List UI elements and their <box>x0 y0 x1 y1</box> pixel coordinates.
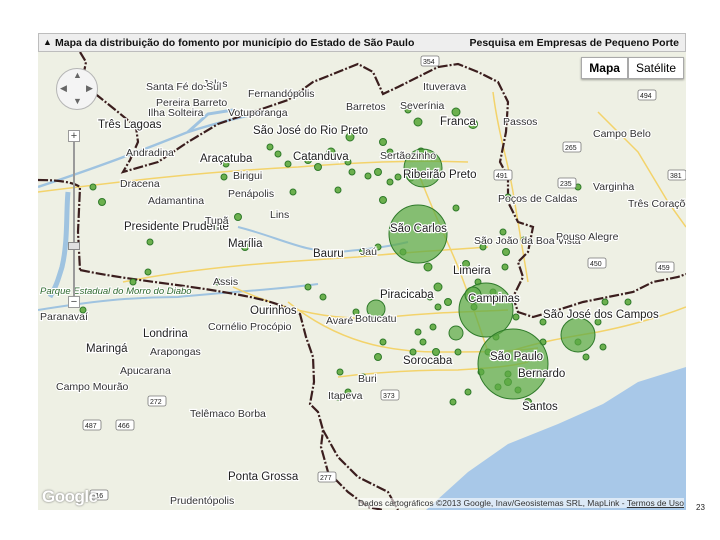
label-campo-belo: Campo Belo <box>593 128 651 140</box>
shield-466: 466 <box>118 423 130 430</box>
label-londrina: Londrina <box>143 328 188 340</box>
label-apucarana: Apucarana <box>120 365 171 377</box>
label-sao-jose-do-rio-preto: São José do Rio Preto <box>253 125 368 137</box>
map-type-map-button[interactable]: Mapa <box>581 57 628 79</box>
label-limeira: Limeira <box>453 265 491 277</box>
bubble-sao-jose-dos-campos <box>560 317 596 353</box>
label-passos: Passos <box>503 116 537 128</box>
terms-link[interactable]: Termos de Uso <box>627 498 684 508</box>
map-type-control: Mapa Satélite <box>581 57 684 79</box>
label-botucatu: Botucatu <box>355 313 397 325</box>
pan-right-icon[interactable]: ▶ <box>86 83 93 94</box>
label-ponta-grossa: Ponta Grossa <box>228 471 299 483</box>
map-attribution: Dados cartográficos ©2013 Google, Inav/G… <box>358 498 684 508</box>
shield-494: 494 <box>640 93 652 100</box>
label-lins: Lins <box>270 209 289 221</box>
shield-235: 235 <box>560 181 572 188</box>
label-tupa: Tupã <box>205 215 229 227</box>
label-aracatuba: Araçatuba <box>200 153 253 165</box>
label-santa-fe-do-sul: Santa Fé do Sul <box>146 81 221 93</box>
zoom-slider-track <box>73 130 75 308</box>
shield-491: 491 <box>496 173 508 180</box>
map-type-satellite-button[interactable]: Satélite <box>627 57 684 79</box>
page-number: 23 <box>696 503 705 512</box>
label-catanduva: Catanduva <box>293 151 349 163</box>
pan-left-icon[interactable]: ◀ <box>60 83 67 94</box>
zoom-out-icon[interactable]: − <box>68 296 80 308</box>
map-canvas[interactable]: 354 494 265 491 235 381 450 459 373 487 … <box>38 52 686 510</box>
bubble-sao-paulo <box>477 328 549 400</box>
label-barretos: Barretos <box>346 101 386 113</box>
shield-265: 265 <box>565 145 577 152</box>
label-avare: Avaré <box>326 315 353 327</box>
label-adamantina: Adamantina <box>148 195 204 207</box>
label-santos: Santos <box>522 401 558 413</box>
label-tres-lagoas: Três Lagoas <box>98 119 162 131</box>
label-maringa: Maringá <box>86 343 128 355</box>
label-cornelio-procopio: Cornélio Procópio <box>208 321 292 333</box>
label-paranavai: Paranavaí <box>40 311 88 323</box>
label-sao-jose-dos-campos: São José dos Campos <box>543 309 659 321</box>
label-birigui: Birigui <box>233 170 262 182</box>
label-telemaco-borba: Telêmaco Borba <box>190 408 266 420</box>
label-sao-carlos: São Carlos <box>390 223 447 235</box>
label-prudentopolis: Prudentópolis <box>170 495 234 507</box>
label-ribeirao-preto: Ribeirão Preto <box>403 169 477 181</box>
label-tres-coracoes: Três Corações <box>628 198 686 210</box>
shield-354: 354 <box>423 59 435 66</box>
label-pocos-de-caldas: Poços de Caldas <box>498 193 577 205</box>
pan-down-icon[interactable]: ▼ <box>73 96 82 106</box>
collapse-triangle-icon[interactable]: ▲ <box>43 37 52 47</box>
label-ituverava: Ituverava <box>423 81 466 93</box>
label-penapolis: Penápolis <box>228 188 274 200</box>
label-fernandopolis: Fernandópolis <box>248 88 315 100</box>
label-dracena: Dracena <box>120 178 160 190</box>
label-pouso-alegre: Pouso Alegre <box>556 231 619 243</box>
zoom-slider[interactable]: + − <box>68 130 80 308</box>
shield-459: 459 <box>658 265 670 272</box>
label-varginha: Varginha <box>593 181 634 193</box>
label-sertaozinho: Sertãozinho <box>380 150 436 162</box>
map-svg: 354 494 265 491 235 381 450 459 373 487 … <box>38 52 686 510</box>
shield-373: 373 <box>383 393 395 400</box>
pan-control[interactable]: ▲ ▼ ◀ ▶ <box>56 68 98 110</box>
label-parque-estadual: Parque Estadual do Morro do Diabo <box>40 286 192 297</box>
zoom-slider-handle[interactable] <box>68 242 80 250</box>
label-buri: Buri <box>358 373 377 385</box>
label-sorocaba: Sorocaba <box>403 355 453 367</box>
label-arapongas: Arapongas <box>150 346 201 358</box>
label-campo-mourao: Campo Mourão <box>56 381 129 393</box>
label-assis: Assis <box>213 276 238 288</box>
label-votuporanga: Votuporanga <box>228 107 288 119</box>
map-subtitle: Pesquisa em Empresas de Pequeno Porte <box>469 37 680 49</box>
pan-up-icon[interactable]: ▲ <box>73 70 82 80</box>
label-ourinhos: Ourinhos <box>250 305 297 317</box>
label-campinas: Campinas <box>468 293 520 305</box>
shield-381: 381 <box>670 173 682 180</box>
zoom-in-icon[interactable]: + <box>68 130 80 142</box>
label-sao-paulo: São Paulo <box>490 351 543 363</box>
label-andradina: Andradina <box>126 147 174 159</box>
label-itapeva: Itapeva <box>328 390 363 402</box>
label-jau: Jaú <box>360 246 377 258</box>
copyright-text: Dados cartográficos ©2013 Google, Inav/G… <box>358 498 627 508</box>
map-title: Mapa da distribuição do fomento por muni… <box>55 37 415 49</box>
label-marilia: Marília <box>228 238 263 250</box>
map-header: ▲ Mapa da distribuição do fomento por mu… <box>38 33 686 52</box>
shield-487: 487 <box>85 423 97 430</box>
label-severinia: Severínia <box>400 100 445 112</box>
label-ilha-solteira: Ilha Solteira <box>148 107 204 119</box>
label-bauru: Bauru <box>313 248 344 260</box>
shield-272: 272 <box>150 399 162 406</box>
label-bernardo: Bernardo <box>518 368 565 380</box>
shield-450: 450 <box>590 261 602 268</box>
label-franca: Franca <box>440 116 476 128</box>
google-logo: Google <box>42 487 98 506</box>
shield-277: 277 <box>320 475 332 482</box>
label-piracicaba: Piracicaba <box>380 289 434 301</box>
